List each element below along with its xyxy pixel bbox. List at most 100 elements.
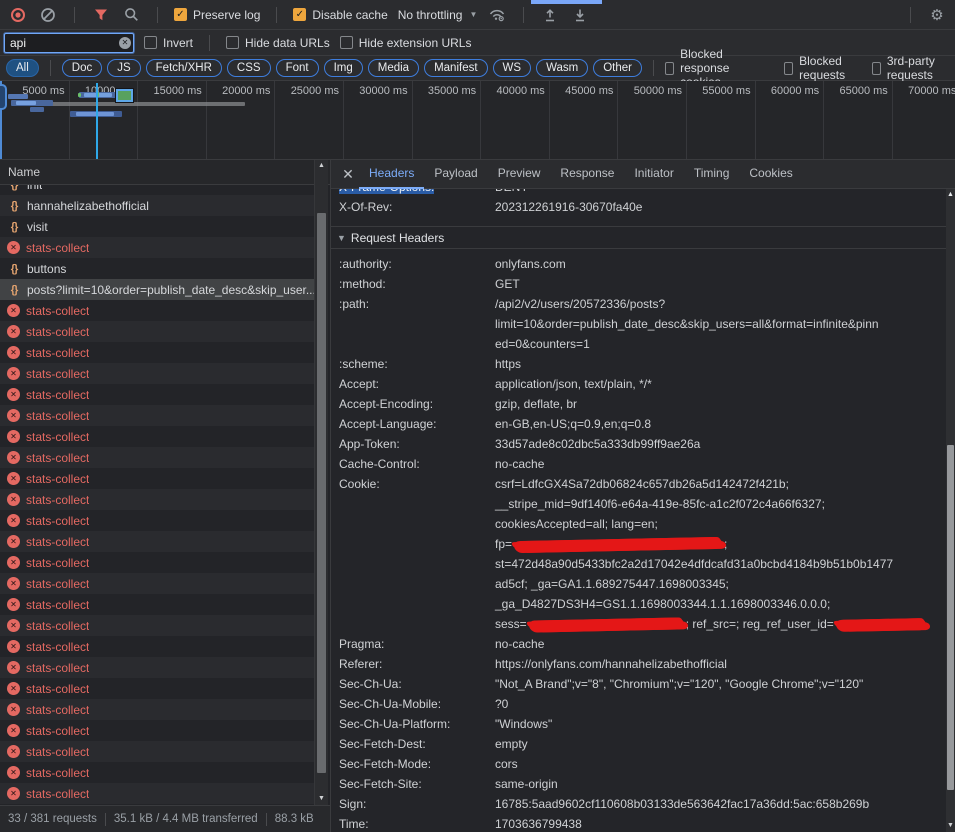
request-row[interactable]: ✕stats-collect xyxy=(0,636,314,657)
tab-cookies[interactable]: Cookies xyxy=(739,160,802,189)
scroll-down-icon[interactable]: ▼ xyxy=(946,820,955,832)
error-icon: ✕ xyxy=(7,514,20,527)
type-filter-manifest[interactable]: Manifest xyxy=(424,59,487,77)
request-row[interactable]: ✕stats-collect xyxy=(0,615,314,636)
request-name: stats-collect xyxy=(26,640,89,654)
request-row[interactable]: ✕stats-collect xyxy=(0,426,314,447)
request-row[interactable]: ✕stats-collect xyxy=(0,237,314,258)
throttling-dropdown[interactable]: No throttling ▼ xyxy=(398,8,478,22)
request-row[interactable]: ✕stats-collect xyxy=(0,720,314,741)
type-filter-ws[interactable]: WS xyxy=(493,59,532,77)
tab-response[interactable]: Response xyxy=(550,160,624,189)
scrollbar-thumb[interactable] xyxy=(317,213,326,773)
type-filter-all[interactable]: All xyxy=(6,59,39,77)
type-filter-css[interactable]: CSS xyxy=(227,59,271,77)
tab-payload[interactable]: Payload xyxy=(424,160,487,189)
triangle-down-icon[interactable]: ▼ xyxy=(337,233,346,243)
checkbox-icon[interactable] xyxy=(784,62,793,75)
filter-icon[interactable] xyxy=(91,5,111,25)
request-row[interactable]: ✕stats-collect xyxy=(0,657,314,678)
tab-preview[interactable]: Preview xyxy=(488,160,551,189)
request-row[interactable]: ✕stats-collect xyxy=(0,510,314,531)
request-row[interactable]: ✕stats-collect xyxy=(0,573,314,594)
request-row[interactable]: ✕stats-collect xyxy=(0,594,314,615)
scroll-down-icon[interactable]: ▼ xyxy=(315,793,328,805)
preserve-log-checkbox[interactable]: ✓ Preserve log xyxy=(174,8,260,22)
tab-initiator[interactable]: Initiator xyxy=(624,160,683,189)
type-filter-font[interactable]: Font xyxy=(276,59,319,77)
name-column-header[interactable]: Name xyxy=(0,160,330,185)
type-filter-wasm[interactable]: Wasm xyxy=(536,59,588,77)
checkbox-icon[interactable] xyxy=(872,62,881,75)
settings-gear-icon[interactable]: ⚙ xyxy=(927,5,947,25)
request-row[interactable]: ✕stats-collect xyxy=(0,741,314,762)
resources-size: 88.3 kB xyxy=(275,813,314,825)
request-list-scrollbar[interactable]: ▲ ▼ xyxy=(314,160,328,805)
network-overview[interactable]: 5000 ms10000 ms15000 ms20000 ms25000 ms3… xyxy=(0,81,955,160)
request-row[interactable]: ✕stats-collect xyxy=(0,384,314,405)
close-icon[interactable]: ✕ xyxy=(337,160,359,189)
checkbox-icon[interactable] xyxy=(665,62,674,75)
type-filter-js[interactable]: JS xyxy=(107,59,140,77)
type-filter-other[interactable]: Other xyxy=(593,59,642,77)
request-row[interactable]: ✕stats-collect xyxy=(0,531,314,552)
request-row[interactable]: {}buttons xyxy=(0,258,314,279)
import-har-icon[interactable] xyxy=(540,5,560,25)
network-conditions-icon[interactable] xyxy=(487,5,507,25)
request-row[interactable]: ✕stats-collect xyxy=(0,699,314,720)
hide-extension-urls-checkbox[interactable]: Hide extension URLs xyxy=(340,36,472,50)
record-button[interactable] xyxy=(8,5,28,25)
request-row[interactable]: ✕stats-collect xyxy=(0,300,314,321)
header-value-text: sess= xyxy=(495,617,527,631)
request-row[interactable]: {}visit xyxy=(0,216,314,237)
request-row[interactable]: ✕stats-collect xyxy=(0,552,314,573)
scroll-up-icon[interactable]: ▲ xyxy=(946,189,955,201)
request-row[interactable]: {}hannahelizabethofficial xyxy=(0,195,314,216)
scrollbar-thumb[interactable] xyxy=(947,445,954,790)
request-row[interactable]: ✕stats-collect xyxy=(0,783,314,804)
checkbox-checked-icon[interactable]: ✓ xyxy=(174,8,187,21)
request-headers-section-header[interactable]: ▼ Request Headers xyxy=(331,227,946,249)
tab-timing[interactable]: Timing xyxy=(684,160,740,189)
request-row[interactable]: ✕stats-collect xyxy=(0,468,314,489)
request-row[interactable]: {}init xyxy=(0,185,314,195)
checkbox-checked-icon[interactable]: ✓ xyxy=(293,8,306,21)
tab-headers[interactable]: Headers xyxy=(359,160,424,189)
3rd-party-requests-checkbox[interactable]: 3rd-party requests xyxy=(872,54,949,82)
filter-input[interactable] xyxy=(4,33,134,53)
error-icon: ✕ xyxy=(7,661,20,674)
type-filter-doc[interactable]: Doc xyxy=(62,59,102,77)
request-row[interactable]: ✕ stats-collect xyxy=(0,363,314,384)
detail-scrollbar[interactable]: ▲ ▼ xyxy=(946,189,955,832)
request-row[interactable]: ✕stats-collect xyxy=(0,678,314,699)
request-row[interactable]: ✕stats-collect xyxy=(0,762,314,783)
clear-button[interactable] xyxy=(38,5,58,25)
header-value-line: /api2/v2/users/20572336/posts? xyxy=(495,294,946,314)
request-row[interactable]: ✕stats-collect xyxy=(0,447,314,468)
disable-cache-checkbox[interactable]: ✓ Disable cache xyxy=(293,8,387,22)
overview-left-handle[interactable] xyxy=(0,84,7,110)
request-row[interactable]: {}posts?limit=10&order=publish_date_desc… xyxy=(0,279,314,300)
waterfall-bar xyxy=(40,102,245,106)
invert-checkbox[interactable]: Invert xyxy=(144,36,193,50)
checkbox-icon[interactable] xyxy=(340,36,353,49)
hide-data-urls-checkbox[interactable]: Hide data URLs xyxy=(226,36,330,50)
preserve-log-label: Preserve log xyxy=(193,8,260,22)
request-name: stats-collect xyxy=(26,367,89,381)
checkbox-icon[interactable] xyxy=(144,36,157,49)
checkbox-icon[interactable] xyxy=(226,36,239,49)
error-icon: ✕ xyxy=(7,367,20,380)
type-filter-img[interactable]: Img xyxy=(324,59,363,77)
dom-content-loaded-line xyxy=(96,83,98,159)
request-row[interactable]: ✕stats-collect xyxy=(0,405,314,426)
scroll-up-icon[interactable]: ▲ xyxy=(315,160,328,172)
type-filter-media[interactable]: Media xyxy=(368,59,419,77)
blocked-requests-checkbox[interactable]: Blocked requests xyxy=(784,54,858,82)
clear-filter-icon[interactable]: ✕ xyxy=(119,37,131,49)
request-row[interactable]: ✕stats-collect xyxy=(0,489,314,510)
export-har-icon[interactable] xyxy=(570,5,590,25)
search-icon[interactable] xyxy=(121,5,141,25)
request-row[interactable]: ✕stats-collect xyxy=(0,342,314,363)
request-row[interactable]: ✕stats-collect xyxy=(0,321,314,342)
type-filter-fetch-xhr[interactable]: Fetch/XHR xyxy=(146,59,222,77)
